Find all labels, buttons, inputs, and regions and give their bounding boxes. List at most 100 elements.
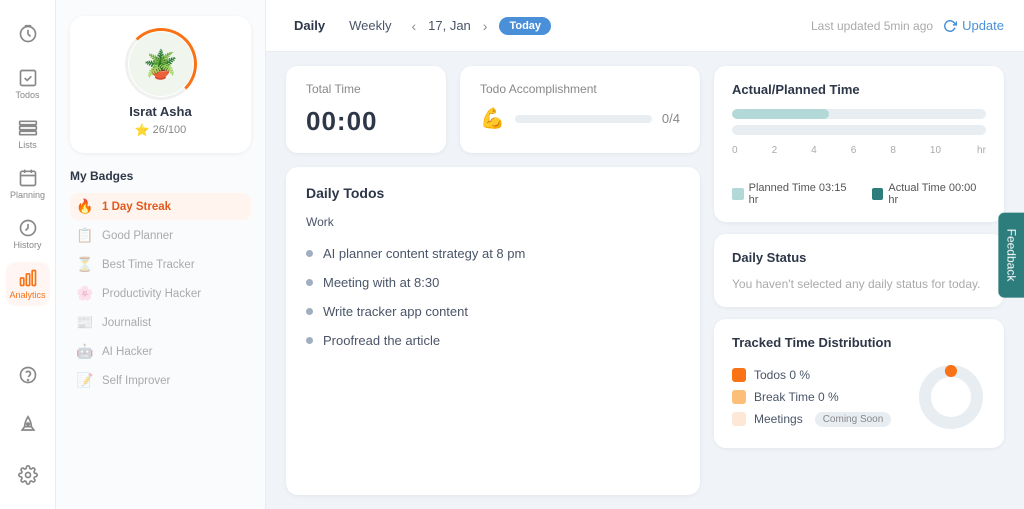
badge-item-ai-hacker[interactable]: 🤖 AI Hacker [70, 338, 251, 365]
profile-score: ⭐ 26/100 [135, 123, 187, 137]
todo-text: Write tracker app content [323, 304, 468, 319]
avatar-container: 🪴 [129, 32, 193, 96]
update-label: Update [962, 18, 1004, 33]
topbar: Daily Weekly ‹ 17, Jan › Today Last upda… [266, 0, 1024, 52]
todos-label: Todos 0 % [754, 368, 810, 382]
axis-10: 10 [930, 145, 941, 156]
avatar-ring [125, 28, 197, 100]
todo-dot [306, 337, 313, 344]
ai-hacker-icon: 🤖 [76, 343, 94, 360]
chart-legend: Planned Time 03:15 hr Actual Time 00:00 … [732, 182, 986, 206]
axis-6: 6 [851, 145, 857, 156]
badges-section: My Badges 🔥 1 Day Streak 📋 Good Planner … [70, 169, 251, 394]
todo-count: 0/4 [662, 111, 680, 126]
todo-acc-content: 💪 0/4 [480, 106, 680, 131]
feedback-tab[interactable]: Feedback [999, 212, 1024, 297]
planned-legend-label: Planned Time 03:15 hr [749, 182, 856, 206]
badge-item-streak[interactable]: 🔥 1 Day Streak [70, 193, 251, 220]
break-dot [732, 390, 746, 404]
todo-item[interactable]: AI planner content strategy at 8 pm [306, 239, 680, 268]
todo-dot [306, 308, 313, 315]
sidebar-item-timer[interactable] [6, 12, 50, 56]
badge-item-self-improver[interactable]: 📝 Self Improver [70, 367, 251, 394]
axis-unit: hr [977, 145, 986, 156]
meetings-label: Meetings [754, 412, 803, 426]
sidebar-item-planning[interactable]: Planning [6, 162, 50, 206]
donut-chart [916, 362, 986, 432]
sidebar-history-label: History [13, 240, 41, 250]
sidebar-analytics-label: Analytics [9, 290, 45, 300]
update-button[interactable]: Update [943, 18, 1004, 33]
sidebar-item-todos[interactable]: Todos [6, 62, 50, 106]
todos-dot [732, 368, 746, 382]
sidebar-item-help[interactable] [6, 353, 50, 397]
dist-break: Break Time 0 % [732, 390, 904, 404]
coming-soon-badge: Coming Soon [815, 412, 892, 427]
todo-dot [306, 279, 313, 286]
planned-legend-dot [732, 188, 744, 200]
today-badge[interactable]: Today [499, 17, 551, 35]
productivity-icon: 🌸 [76, 285, 94, 302]
daily-todos-title: Daily Todos [306, 185, 680, 201]
badge-item-productivity[interactable]: 🌸 Productivity Hacker [70, 280, 251, 307]
todo-item[interactable]: Proofread the article [306, 326, 680, 355]
planned-bar-fill [732, 109, 829, 119]
sidebar-item-settings[interactable] [6, 453, 50, 497]
total-time-label: Total Time [306, 82, 426, 96]
date-label: 17, Jan [428, 18, 471, 33]
total-time-card: Total Time 00:00 [286, 66, 446, 153]
axis-0: 0 [732, 145, 738, 156]
left-column: Total Time 00:00 Todo Accomplishment 💪 0… [286, 66, 700, 495]
nav-weekly[interactable]: Weekly [341, 14, 399, 37]
nav-daily[interactable]: Daily [286, 14, 333, 37]
axis-8: 8 [890, 145, 896, 156]
main-content: Daily Weekly ‹ 17, Jan › Today Last upda… [266, 0, 1024, 509]
planner-icon: 📋 [76, 227, 94, 244]
dist-meetings: Meetings Coming Soon [732, 412, 904, 427]
next-date-button[interactable]: › [479, 16, 492, 36]
badge-label-ai-hacker: AI Hacker [102, 346, 153, 358]
actual-legend-dot [872, 188, 884, 200]
stats-row: Total Time 00:00 Todo Accomplishment 💪 0… [286, 66, 700, 153]
badge-item-journalist[interactable]: 📰 Journalist [70, 309, 251, 336]
streak-icon: 🔥 [76, 198, 94, 215]
todo-text: Meeting with at 8:30 [323, 275, 439, 290]
total-time-value: 00:00 [306, 106, 426, 137]
last-updated-text: Last updated 5min ago [811, 19, 933, 33]
distribution-legend: Todos 0 % Break Time 0 % Meetings Coming… [732, 368, 904, 427]
legend-actual: Actual Time 00:00 hr [872, 182, 986, 206]
todo-text: AI planner content strategy at 8 pm [323, 246, 525, 261]
prev-date-button[interactable]: ‹ [407, 16, 420, 36]
break-label: Break Time 0 % [754, 390, 839, 404]
todos-group-work: Work [306, 215, 680, 229]
daily-status-title: Daily Status [732, 250, 986, 265]
chart-axis: 0 2 4 6 8 10 hr [732, 141, 986, 156]
actual-bar-row [732, 125, 986, 135]
badge-item-planner[interactable]: 📋 Good Planner [70, 222, 251, 249]
journalist-icon: 📰 [76, 314, 94, 331]
sidebar-lists-label: Lists [18, 140, 37, 150]
todo-dot [306, 250, 313, 257]
muscle-icon: 💪 [480, 106, 505, 131]
badge-label-streak: 1 Day Streak [102, 201, 171, 213]
todo-item[interactable]: Write tracker app content [306, 297, 680, 326]
sidebar-item-lists[interactable]: Lists [6, 112, 50, 156]
todo-progress-bar [515, 115, 652, 123]
time-tracker-icon: ⏳ [76, 256, 94, 273]
sidebar-item-analytics[interactable]: Analytics [6, 262, 50, 306]
sidebar-planning-label: Planning [10, 190, 45, 200]
tracked-time-title: Tracked Time Distribution [732, 335, 986, 350]
star-icon: ⭐ [135, 123, 150, 137]
badge-item-time-tracker[interactable]: ⏳ Best Time Tracker [70, 251, 251, 278]
badge-label-time-tracker: Best Time Tracker [102, 259, 195, 271]
actual-legend-label: Actual Time 00:00 hr [888, 182, 986, 206]
sidebar: Todos Lists Planning History Analytics [0, 0, 56, 509]
sidebar-item-rocket[interactable] [6, 403, 50, 447]
sidebar-item-history[interactable]: History [6, 212, 50, 256]
bar-chart: 0 2 4 6 8 10 hr [732, 109, 986, 174]
todo-item[interactable]: Meeting with at 8:30 [306, 268, 680, 297]
dist-todos: Todos 0 % [732, 368, 904, 382]
legend-planned: Planned Time 03:15 hr [732, 182, 856, 206]
profile-name: Israt Asha [129, 104, 191, 119]
self-improver-icon: 📝 [76, 372, 94, 389]
